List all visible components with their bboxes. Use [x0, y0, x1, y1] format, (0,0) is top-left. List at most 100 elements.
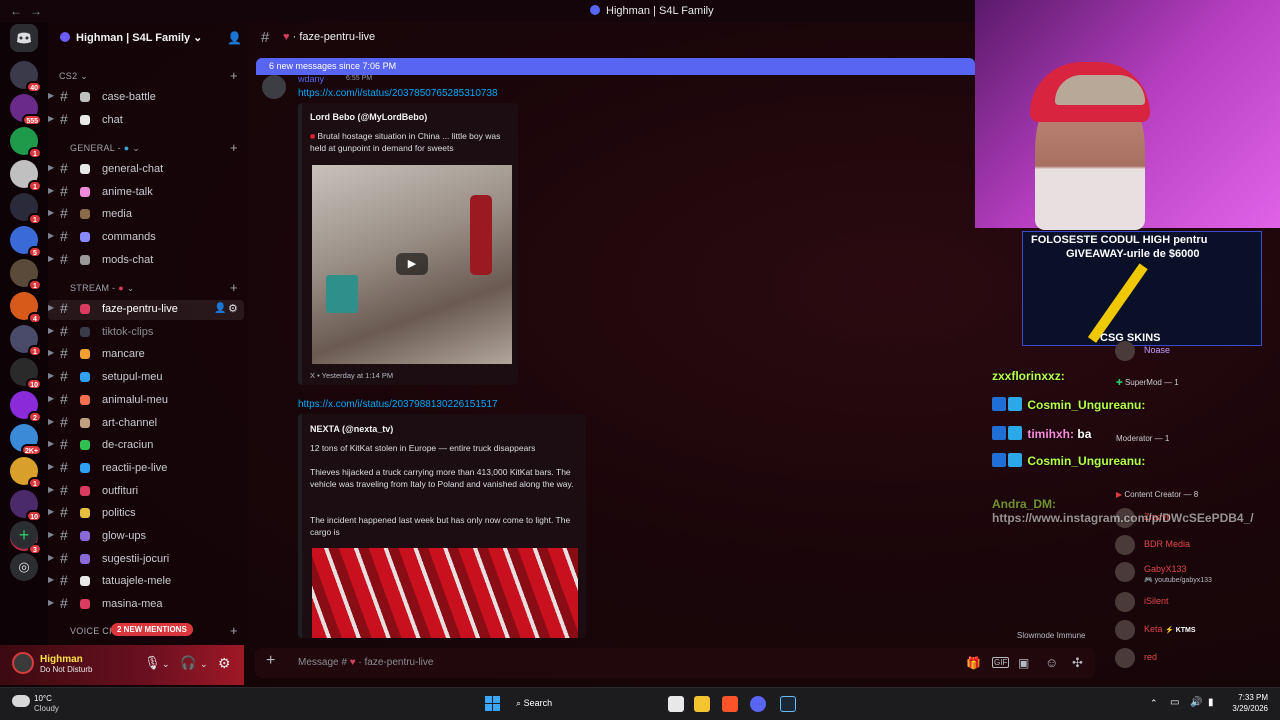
add-member-icon[interactable]: 👤 [227, 31, 242, 45]
create-channel-icon[interactable]: + [230, 623, 238, 638]
task-view-icon[interactable] [668, 696, 684, 712]
gear-icon[interactable]: ⚙ [228, 302, 238, 315]
weather-temperature[interactable]: 10°C [34, 694, 52, 703]
play-icon[interactable]: ▶ [396, 253, 428, 275]
server-icon[interactable]: 10 [10, 490, 42, 522]
channel-general-chat[interactable]: ▶ # general-chat [48, 160, 244, 180]
server-icon[interactable]: 10 [10, 358, 42, 390]
channel-glow-ups[interactable]: ▶ # glow-ups [48, 527, 244, 547]
gif-icon[interactable]: GIF [992, 657, 1010, 668]
channel-media[interactable]: ▶ # media [48, 205, 244, 225]
battery-icon[interactable]: ▮ [1208, 697, 1214, 708]
channel-faze-pentru-live[interactable]: ▶ # faze-pentru-live 👤 ⚙ [48, 300, 244, 320]
channel-politics[interactable]: ▶ # politics [48, 504, 244, 524]
gear-icon[interactable]: ⚙ [218, 655, 231, 672]
server-icon[interactable]: 1 [10, 325, 42, 357]
gift-icon[interactable]: 🎁 [966, 656, 981, 670]
embed-author[interactable]: Lord Bebo (@MyLordBebo) [310, 112, 427, 122]
discord-home-icon[interactable] [10, 24, 38, 52]
new-messages-banner[interactable]: 6 new messages since 7:06 PM [256, 58, 975, 75]
steam-icon[interactable] [780, 696, 796, 712]
embed-video-thumbnail[interactable]: ▶ [312, 165, 512, 364]
network-icon[interactable]: ▭ [1170, 697, 1179, 708]
category-cs2[interactable]: CS2 ⌄ [59, 71, 88, 82]
server-icon[interactable]: 1 [10, 160, 42, 192]
avatar[interactable] [262, 75, 286, 99]
category-general[interactable]: GENERAL - ● ⌄ [70, 143, 140, 154]
taskbar-clock[interactable]: 7:33 PM [1232, 693, 1268, 702]
user-name[interactable]: Highman [40, 654, 83, 665]
channel-case-battle[interactable]: ▶ # case-battle [48, 88, 244, 108]
avatar[interactable] [12, 652, 34, 674]
channel-reactii-pe-live[interactable]: ▶ # reactii-pe-live [48, 459, 244, 479]
server-icon[interactable]: 1 [10, 193, 42, 225]
hash-icon: # [60, 481, 68, 498]
member-item[interactable]: BDR Media [1115, 535, 1275, 555]
embed-author[interactable]: NEXTA (@nexta_tv) [310, 424, 393, 434]
new-mentions-badge[interactable]: 2 NEW MENTIONS [111, 623, 193, 636]
channel-setupul-meu[interactable]: ▶ # setupul-meu [48, 368, 244, 388]
create-channel-icon[interactable]: + [230, 140, 238, 155]
file-explorer-icon[interactable] [694, 696, 710, 712]
weather-description[interactable]: Cloudy [34, 704, 59, 713]
channel-outfituri[interactable]: ▶ # outfituri [48, 482, 244, 502]
server-icon[interactable]: 5 [10, 226, 42, 258]
channel-de-craciun[interactable]: ▶ # de-craciun [48, 436, 244, 456]
server-icon[interactable]: 1 [10, 457, 42, 489]
chevron-down-icon[interactable]: ⌄ [200, 659, 208, 670]
message-author[interactable]: wdany [298, 74, 324, 84]
apps-icon[interactable]: ✣ [1072, 655, 1083, 671]
member-item[interactable]: Keta ⚡ KTMS [1115, 620, 1275, 640]
server-icon[interactable]: 1 [10, 127, 42, 159]
embed-image[interactable] [312, 548, 578, 638]
server-icon[interactable]: 4 [10, 292, 42, 324]
channel-sugestii-jocuri[interactable]: ▶ # sugestii-jocuri [48, 550, 244, 570]
add-server-icon[interactable]: + [10, 521, 38, 549]
channel-masina-mea[interactable]: ▶ # masina-mea [48, 595, 244, 615]
server-icon[interactable]: 40 [10, 61, 42, 93]
channel-emoji-icon [80, 349, 90, 360]
channel-animalul-meu[interactable]: ▶ # animalul-meu [48, 391, 244, 411]
member-item[interactable]: red [1115, 648, 1275, 668]
member-item[interactable]: GabyX133 🎮 youtube/gabyx133 [1115, 562, 1275, 586]
server-icon[interactable]: 555 [10, 94, 42, 126]
channel-title: ♥ · faze-pentru-live [283, 31, 376, 43]
chevron-down-icon[interactable]: ⌄ [162, 659, 170, 670]
server-icon[interactable]: 2K+ [10, 424, 42, 456]
channel-tiktok-clips[interactable]: ▶ # tiktok-clips [48, 323, 244, 343]
server-name-dropdown[interactable]: Highman | S4L Family ⌄ [60, 31, 202, 44]
invite-icon[interactable]: 👤 [214, 303, 226, 314]
sticker-icon[interactable]: ▣ [1018, 656, 1029, 670]
channel-chat[interactable]: ▶ # chat [48, 111, 244, 131]
server-icon[interactable]: 2 [10, 391, 42, 423]
channel-art-channel[interactable]: ▶ # art-channel [48, 414, 244, 434]
tray-chevron-icon[interactable]: ⌃ [1150, 698, 1158, 709]
create-channel-icon[interactable]: + [230, 280, 238, 295]
windows-start-icon[interactable] [485, 696, 500, 711]
channel-anime-talk[interactable]: ▶ # anime-talk [48, 183, 244, 203]
headphones-icon[interactable]: 🎧 [180, 655, 196, 671]
volume-icon[interactable]: 🔊 [1190, 697, 1202, 708]
taskbar-date[interactable]: 3/29/2026 [1220, 704, 1268, 713]
taskbar-search[interactable]: ⌕ Search [516, 698, 552, 709]
cloud-icon[interactable] [12, 695, 30, 707]
brave-browser-icon[interactable] [722, 696, 738, 712]
explore-servers-icon[interactable]: ◎ [10, 553, 38, 581]
badge-icon [1008, 453, 1022, 467]
create-channel-icon[interactable]: + [230, 68, 238, 83]
channel-commands[interactable]: ▶ # commands [48, 228, 244, 248]
message-link[interactable]: https://x.com/i/status/20378507652853107… [298, 88, 498, 99]
channel-mancare[interactable]: ▶ # mancare [48, 345, 244, 365]
microphone-icon[interactable]: 🎙 [144, 655, 161, 671]
channel-mods-chat[interactable]: ▶ # mods-chat [48, 251, 244, 271]
category-stream[interactable]: STREAM - ● ⌄ [70, 283, 135, 294]
back-forward-arrows-icon[interactable]: ←→ [10, 4, 50, 18]
emoji-icon[interactable]: ☺ [1045, 655, 1058, 670]
channel-tatuajele-mele[interactable]: ▶ # tatuajele-mele [48, 572, 244, 592]
message-link[interactable]: https://x.com/i/status/20379881302261515… [298, 399, 498, 410]
discord-taskbar-icon[interactable] [750, 696, 766, 712]
member-item[interactable]: iSilent [1115, 592, 1275, 612]
member-item[interactable]: Noase [1115, 341, 1275, 361]
server-icon[interactable]: 1 [10, 259, 42, 291]
attach-plus-icon[interactable]: + [266, 652, 275, 670]
